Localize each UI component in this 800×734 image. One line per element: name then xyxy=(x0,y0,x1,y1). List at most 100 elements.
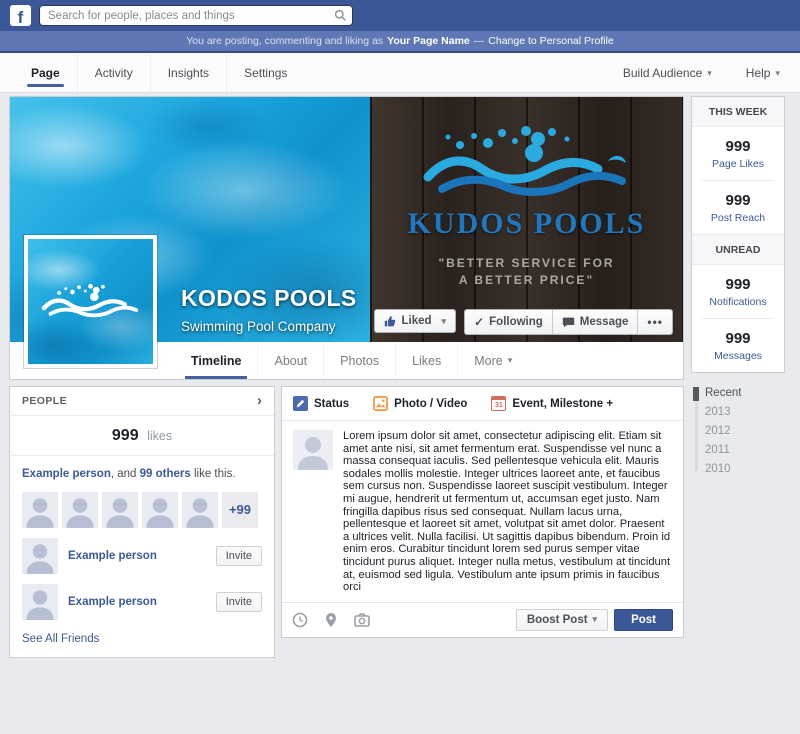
following-label: Following xyxy=(489,316,543,328)
messages-value: 999 xyxy=(692,330,784,347)
voice-notice-bar: You are posting, commenting and liking a… xyxy=(0,31,800,53)
post-reach-value: 999 xyxy=(692,192,784,209)
page-stats-panel: THIS WEEK 999 Page Likes 999 Post Reach … xyxy=(692,97,784,372)
page-likes-stat[interactable]: 999 Page Likes xyxy=(692,127,784,180)
likers-avatar-strip: +99 xyxy=(22,492,262,528)
cover-tagline-line2: A BETTER PRICE" xyxy=(438,272,614,289)
post-reach-label[interactable]: Post Reach xyxy=(692,212,784,224)
tab-more-dropdown[interactable]: More xyxy=(458,342,528,379)
tab-timeline[interactable]: Timeline xyxy=(175,342,258,379)
page-content: KUDOS POOLS "BETTER SERVICE FOR A BETTER… xyxy=(0,95,800,657)
composer-tab-photo-video[interactable]: Photo / Video xyxy=(373,396,467,411)
year-recent[interactable]: Recent xyxy=(705,384,784,403)
friend-name-link[interactable]: Example person xyxy=(68,550,206,562)
profile-picture[interactable] xyxy=(24,235,157,368)
liked-by-tail: like this. xyxy=(194,468,236,480)
search-input[interactable] xyxy=(39,5,353,26)
top-navigation-bar: f xyxy=(0,0,800,31)
kudos-pools-logo-mark-icon xyxy=(422,125,632,203)
this-week-header: THIS WEEK xyxy=(692,97,784,127)
avatar[interactable] xyxy=(22,492,58,528)
cover-tagline: "BETTER SERVICE FOR A BETTER PRICE" xyxy=(438,255,614,289)
avatar[interactable] xyxy=(62,492,98,528)
year-2012[interactable]: 2012 xyxy=(705,422,784,441)
people-title: PEOPLE xyxy=(22,395,67,407)
lower-content: PEOPLE › 999 likes Example person, and 9… xyxy=(10,387,683,657)
main-column: KUDOS POOLS "BETTER SERVICE FOR A BETTER… xyxy=(10,97,683,657)
admin-navigation: Page Activity Insights Settings Build Au… xyxy=(0,53,800,93)
more-likers-count[interactable]: +99 xyxy=(222,492,258,528)
global-search xyxy=(39,5,353,26)
message-button[interactable]: Message xyxy=(552,310,638,334)
notice-prefix: You are posting, commenting and liking a… xyxy=(186,35,383,47)
page-title: KODOS POOLS xyxy=(181,285,357,312)
message-bubble-icon xyxy=(562,316,575,329)
calendar-icon: 31 xyxy=(491,396,506,411)
post-button[interactable]: Post xyxy=(614,609,673,631)
admin-tab-settings[interactable]: Settings xyxy=(227,53,304,92)
schedule-clock-icon[interactable] xyxy=(292,612,308,628)
year-2013[interactable]: 2013 xyxy=(705,403,784,422)
avatar[interactable] xyxy=(142,492,178,528)
notifications-value: 999 xyxy=(692,276,784,293)
tab-about[interactable]: About xyxy=(258,342,324,379)
avatar[interactable] xyxy=(22,584,58,620)
composer-actions: Boost Post Post xyxy=(516,609,673,631)
page-category: Swimming Pool Company xyxy=(181,319,357,334)
liked-button[interactable]: Liked xyxy=(374,309,457,333)
people-body: Example person, and 99 others like this.… xyxy=(10,456,274,657)
post-composer-card: Status Photo / Video 31 xyxy=(282,387,683,637)
friend-name-link[interactable]: Example person xyxy=(68,596,206,608)
boost-post-button[interactable]: Boost Post xyxy=(516,609,608,631)
composer-tab-event-milestone[interactable]: 31 Event, Milestone + xyxy=(491,396,613,411)
cover-button-group: ✓ Following Message ••• xyxy=(464,309,673,335)
messages-label[interactable]: Messages xyxy=(692,350,784,362)
following-button[interactable]: ✓ Following xyxy=(465,310,552,334)
notifications-stat[interactable]: 999 Notifications xyxy=(692,265,784,318)
invite-button[interactable]: Invite xyxy=(216,546,262,566)
invite-button[interactable]: Invite xyxy=(216,592,262,612)
change-to-personal-profile-link[interactable]: Change to Personal Profile xyxy=(488,35,614,47)
notice-dash: — xyxy=(474,35,485,47)
cover-tagline-line1: "BETTER SERVICE FOR xyxy=(438,255,614,272)
post-reach-stat[interactable]: 999 Post Reach xyxy=(692,181,784,234)
tab-likes[interactable]: Likes xyxy=(396,342,458,379)
year-2010[interactable]: 2010 xyxy=(705,460,784,479)
more-options-button[interactable]: ••• xyxy=(637,310,672,334)
avatar[interactable] xyxy=(102,492,138,528)
composer-tab-status-label: Status xyxy=(314,398,349,410)
page-identity: KODOS POOLS Swimming Pool Company xyxy=(181,285,357,334)
liked-label: Liked xyxy=(402,315,432,327)
calendar-day: 31 xyxy=(492,400,505,410)
notifications-label[interactable]: Notifications xyxy=(692,296,784,308)
likes-count-row: 999 likes xyxy=(10,416,274,456)
liked-by-count-link[interactable]: 99 others xyxy=(140,468,191,480)
search-icon[interactable] xyxy=(334,9,347,22)
chevron-right-icon[interactable]: › xyxy=(257,396,262,406)
camera-icon[interactable] xyxy=(354,612,370,628)
year-2011[interactable]: 2011 xyxy=(705,441,784,460)
message-label: Message xyxy=(580,316,629,328)
liked-by-name-link[interactable]: Example person xyxy=(22,468,111,480)
admin-tab-page[interactable]: Page xyxy=(14,53,78,92)
location-pin-icon[interactable] xyxy=(323,612,339,628)
build-audience-dropdown[interactable]: Build Audience xyxy=(623,66,712,80)
help-dropdown[interactable]: Help xyxy=(746,66,780,80)
notice-page-name: Your Page Name xyxy=(387,35,470,47)
avatar[interactable] xyxy=(182,492,218,528)
composer-tab-status[interactable]: Status xyxy=(293,396,349,411)
composer-tab-photo-label: Photo / Video xyxy=(394,398,467,410)
tab-photos[interactable]: Photos xyxy=(324,342,396,379)
see-all-friends-link[interactable]: See All Friends xyxy=(22,633,262,645)
admin-tab-activity[interactable]: Activity xyxy=(78,53,151,92)
facebook-logo-icon[interactable]: f xyxy=(10,5,31,26)
likes-count: 999 xyxy=(112,427,139,444)
likes-count-label: likes xyxy=(147,429,172,443)
status-text-input[interactable]: Lorem ipsum dolor sit amet, consectetur … xyxy=(343,430,672,594)
messages-stat[interactable]: 999 Messages xyxy=(692,319,784,372)
composer-footer: Boost Post Post xyxy=(282,602,683,637)
page-likes-label[interactable]: Page Likes xyxy=(692,158,784,170)
admin-tab-insights[interactable]: Insights xyxy=(151,53,227,92)
avatar[interactable] xyxy=(22,538,58,574)
people-card: PEOPLE › 999 likes Example person, and 9… xyxy=(10,387,274,657)
